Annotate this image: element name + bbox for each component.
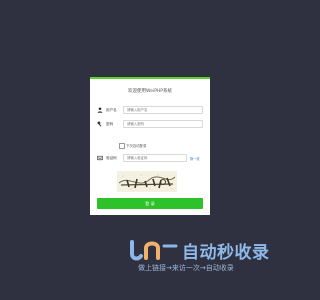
- captcha-input[interactable]: [123, 154, 187, 162]
- keyboard-icon: [97, 155, 103, 161]
- password-label: 密码: [106, 121, 114, 126]
- refresh-captcha-link[interactable]: 换一张: [190, 156, 200, 161]
- user-icon: [97, 107, 103, 113]
- remember-label: 下次自动登录: [126, 144, 147, 149]
- watermark-title: 自动秒收录: [182, 243, 270, 263]
- watermark-subtitle: 做上链接→来访一次→自动收录: [138, 264, 234, 272]
- login-title: 欢迎使用WeiPHP系统: [127, 89, 172, 94]
- remember-checkbox[interactable]: 下次自动登录: [119, 143, 146, 149]
- watermark: 自动秒收录 做上链接→来访一次→自动收录: [128, 236, 278, 274]
- captcha-label: 验证码: [106, 155, 117, 160]
- username-label: 用户名: [106, 107, 117, 112]
- login-button[interactable]: 登 录: [97, 198, 203, 209]
- username-row: 用户名: [97, 105, 203, 115]
- captcha-image[interactable]: [117, 171, 177, 192]
- password-input[interactable]: [123, 120, 203, 128]
- captcha-row: 验证码 换一张: [97, 153, 203, 163]
- remember-box[interactable]: [119, 143, 125, 149]
- password-row: 密码: [97, 119, 203, 129]
- key-icon: [97, 121, 102, 127]
- login-card: 欢迎使用WeiPHP系统 用户名 密码 下次自动登录 验证码 换一张: [90, 77, 210, 215]
- username-input[interactable]: [123, 106, 203, 114]
- watermark-logo: [130, 240, 178, 261]
